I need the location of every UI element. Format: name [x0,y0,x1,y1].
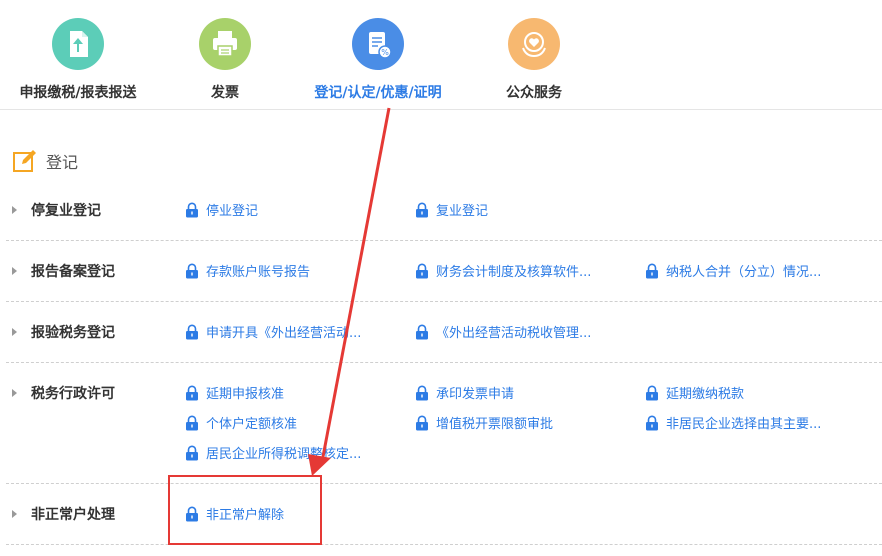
nav-item-public-service[interactable]: 公众服务 [484,0,584,110]
link-text: 个体户定额核准 [206,417,298,432]
row-label[interactable]: 报告备案登记 [6,261,115,281]
edit-icon [13,150,36,172]
lock-icon [186,324,198,339]
lock-icon [186,445,198,460]
link-resume-registration[interactable]: 复业登记 [415,200,488,219]
top-nav: 申报缴税/报表报送 发票 % 登记/认定/优惠/证明 公众服务 [0,0,882,110]
lock-icon [416,324,428,339]
row-label[interactable]: 非正常户处理 [6,504,115,524]
link-text: 复业登记 [436,204,489,219]
nav-item-registration[interactable]: % 登记/认定/优惠/证明 [308,0,448,110]
nav-label: 登记/认定/优惠/证明 [314,85,442,101]
chevron-right-icon [12,267,17,275]
link-out-of-area-tax-management[interactable]: 《外出经营活动税收管理... [415,322,591,341]
link-invoice-printing[interactable]: 承印发票申请 [415,383,514,402]
link-text: 申请开具《外出经营活动... [206,326,362,341]
row-label-text: 非正常户处理 [31,507,115,523]
certificate-icon: % [352,18,404,70]
heart-hands-icon [508,18,560,70]
lock-icon [186,415,198,430]
printer-icon [199,18,251,70]
row-inspection-registration: 报验税务登记 申请开具《外出经营活动... 《外出经营活动税收管理... [6,302,882,363]
lock-icon [186,202,198,217]
link-merger-split[interactable]: 纳税人合并（分立）情况... [645,261,821,280]
row-report-filing: 报告备案登记 存款账户账号报告 财务会计制度及核算软件... 纳税人合并（分立）… [6,241,882,302]
section-title-text: 登记 [46,153,79,172]
lock-icon [186,263,198,278]
link-text: 纳税人合并（分立）情况... [666,265,822,280]
lock-icon [646,385,658,400]
link-text: 停业登记 [206,204,259,219]
highlight-box [168,475,322,545]
row-abnormal-account: 非正常户处理 非正常户解除 [6,484,882,545]
lock-icon [416,415,428,430]
upload-document-icon [52,18,104,70]
link-resident-income-tax-adjust[interactable]: 居民企业所得税调整核定... [185,443,361,462]
link-suspend-registration[interactable]: 停业登记 [185,200,258,219]
link-apply-out-of-area-cert[interactable]: 申请开具《外出经营活动... [185,322,361,341]
chevron-right-icon [12,206,17,214]
section-title: 登记 [12,146,78,176]
row-label-text: 停复业登记 [31,203,101,219]
nav-item-declare-tax[interactable]: 申报缴税/报表报送 [8,0,148,110]
link-text: 居民企业所得税调整核定... [206,447,362,462]
link-nonresident-main-org[interactable]: 非居民企业选择由其主要... [645,413,821,432]
row-label-text: 报告备案登记 [31,264,115,280]
nav-label: 申报缴税/报表报送 [19,85,137,101]
link-deposit-account-report[interactable]: 存款账户账号报告 [185,261,310,280]
row-label[interactable]: 停复业登记 [6,200,101,220]
link-text: 增值税开票限额审批 [436,417,554,432]
link-text: 存款账户账号报告 [206,265,311,280]
link-deferred-declaration[interactable]: 延期申报核准 [185,383,284,402]
lock-icon [646,263,658,278]
chevron-right-icon [12,328,17,336]
chevron-right-icon [12,510,17,518]
link-text: 非居民企业选择由其主要... [666,417,822,432]
chevron-right-icon [12,389,17,397]
nav-item-invoice[interactable]: 发票 [175,0,275,110]
lock-icon [646,415,658,430]
row-label[interactable]: 报验税务登记 [6,322,115,342]
lock-icon [416,202,428,217]
link-text: 承印发票申请 [436,387,515,402]
lock-icon [416,263,428,278]
link-text: 延期申报核准 [206,387,285,402]
link-individual-quota[interactable]: 个体户定额核准 [185,413,297,432]
svg-text:%: % [381,48,389,57]
row-label-text: 税务行政许可 [31,386,115,402]
link-text: 延期缴纳税款 [666,387,745,402]
link-text: 《外出经营活动税收管理... [436,326,592,341]
lock-icon [416,385,428,400]
row-label[interactable]: 税务行政许可 [6,383,115,403]
link-text: 财务会计制度及核算软件... [436,265,592,280]
row-suspend-resume: 停复业登记 停业登记 复业登记 [6,180,882,241]
nav-label: 发票 [211,85,239,101]
link-vat-limit-approval[interactable]: 增值税开票限额审批 [415,413,553,432]
lock-icon [186,385,198,400]
row-label-text: 报验税务登记 [31,325,115,341]
row-administrative-permit: 税务行政许可 延期申报核准 承印发票申请 延期缴纳税款 个体户定额核准 增值税开… [6,363,882,484]
link-accounting-system[interactable]: 财务会计制度及核算软件... [415,261,591,280]
link-deferred-tax-payment[interactable]: 延期缴纳税款 [645,383,744,402]
nav-label: 公众服务 [506,85,562,101]
